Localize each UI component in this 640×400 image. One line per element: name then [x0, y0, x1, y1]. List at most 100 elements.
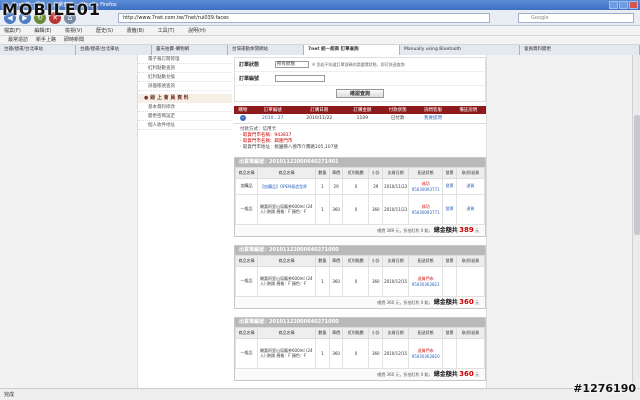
product-name[interactable]: 開喜阿里山烏龍茶600ml (24入)-熱銷 規格：F 顏色：F — [257, 193, 316, 225]
pay-status: 已付款 — [380, 114, 416, 124]
column-header: 小計 — [368, 326, 384, 339]
sidebar-link[interactable]: 紅利點數查詢 — [138, 64, 232, 73]
ask-service-link[interactable]: 我要提問 — [415, 114, 451, 124]
shipment-table: 商品名稱 商品名稱 數量 單價 紅利點數 小計 出貨日期 配送狀態 發票 取消/… — [235, 166, 486, 225]
column-header: 商品名稱 — [235, 166, 258, 179]
order-number-link[interactable]: 2010...27 — [251, 114, 294, 124]
search-input[interactable]: Google — [518, 13, 634, 23]
menu-bookmarks[interactable]: 書籤(B) — [127, 28, 144, 34]
return-cell — [455, 265, 486, 297]
bookmark-item[interactable]: 即時新聞 — [64, 36, 84, 44]
payment-info: 付款方式：信用卡 ‧ 取貨門市名稱：943817 ‧ 取貨門市名稱：興隆門市 ‧… — [234, 124, 486, 154]
tab-item[interactable]: 會員資料變更 — [520, 45, 640, 55]
number-row: 訂單編號 — [235, 72, 485, 86]
column-header: 小計 — [368, 166, 384, 179]
page-viewport: 電子報訂閱管理 紅利點數查詢 紅利點數兌換 詳盡帳號查詢 ● 線 上 會 員 資… — [0, 55, 640, 388]
product-type: 一般品 — [235, 337, 258, 369]
product-name[interactable]: 開喜阿里山烏龍茶600ml (24入)-熱銷 規格：F 顏色：F — [257, 265, 316, 297]
close-button[interactable] — [629, 1, 638, 9]
url-bar[interactable]: http://www.7net.com.tw/7net/rui039.faces — [118, 13, 490, 23]
sidebar-link[interactable]: 基本資料修改 — [138, 103, 232, 112]
shipment-block: 出貨單編號：20101122000640271000 商品名稱 商品名稱 數量 … — [234, 316, 486, 381]
sidebar-link[interactable]: 電子報訂閱管理 — [138, 55, 232, 64]
shipment-header: 出貨單編號：20101122000640271401 — [235, 157, 485, 167]
sidebar-link[interactable]: 紅利點數兌換 — [138, 73, 232, 82]
subtotal: 360 — [368, 193, 384, 225]
collapse-icon[interactable]: − — [239, 115, 246, 122]
invoice-link[interactable]: 發票 — [442, 193, 457, 225]
menu-tools[interactable]: 工具(T) — [158, 28, 175, 34]
shipment-table: 商品名稱 商品名稱 數量 單價 紅利點數 小計 出貨日期 配送狀態 發票 取消/… — [235, 326, 486, 369]
ship-date: 2010/11/23 — [382, 177, 410, 195]
return-cell — [455, 337, 486, 369]
column-header: 小計 — [368, 254, 384, 267]
status-select[interactable]: 所有狀態 — [275, 61, 309, 68]
total-label: 總金額共 — [433, 370, 458, 378]
menu-history[interactable]: 歷史(S) — [96, 28, 113, 34]
search-order-button[interactable]: 確認查詢 — [336, 89, 384, 98]
bookmark-item[interactable]: 新手上路 — [36, 36, 56, 44]
return-link[interactable]: 退貨 — [455, 177, 486, 195]
number-label: 訂單編號 — [239, 76, 260, 82]
tab-item[interactable]: Manually using Bluetooth — [400, 45, 520, 55]
shipment-total: 總價 389 元，折抵紅利 0 點， 總金額共 389 元 — [235, 224, 485, 236]
menu-file[interactable]: 檔案(F) — [4, 28, 21, 34]
column-header: 出貨日期 — [382, 166, 410, 179]
order-number-input[interactable] — [275, 75, 325, 82]
total-amount: 389 — [459, 225, 474, 234]
column-header: 發票 — [442, 166, 457, 179]
tab-item[interactable]: 台鐵/捷運/台北車站 — [76, 45, 152, 55]
tracking-number[interactable]: 95030093771 — [409, 187, 442, 192]
sidebar-link[interactable]: 變更密碼設定 — [138, 112, 232, 121]
menu-view[interactable]: 檢視(V) — [65, 28, 82, 34]
tracking-number[interactable]: 95030362820 — [409, 354, 442, 359]
column-header: 紅利點數 — [342, 166, 370, 179]
tab-active[interactable]: 7net 統一超商 訂單查詢 — [304, 45, 400, 55]
sidebar-section-title: ● 線 上 會 員 資 料 — [138, 94, 232, 103]
status-label: 訂單狀態 — [239, 62, 260, 68]
window-controls — [609, 1, 638, 9]
return-link[interactable]: 退貨 — [455, 193, 486, 225]
price: 360 — [328, 265, 344, 297]
total-label: 總金額共 — [433, 298, 458, 306]
product-name[interactable]: 開喜阿里山烏龍茶600ml (24入)-熱銷 規格：F 顏色：F — [257, 337, 316, 369]
product-name[interactable]: 【加購品】OPEN鳥造型杯 — [257, 177, 316, 195]
column-header: 數量 — [315, 254, 330, 267]
bookmark-item[interactable]: 最常造訪 — [8, 36, 28, 44]
menu-edit[interactable]: 編輯(E) — [34, 28, 51, 34]
table-row: 一般品 開喜阿里山烏龍茶600ml (24入)-熱銷 規格：F 顏色：F 1 3… — [235, 337, 486, 369]
table-header-row: 商品名稱 商品名稱 數量 單價 紅利點數 小計 出貨日期 配送狀態 發票 取消/… — [235, 326, 486, 339]
tracking-number[interactable]: 95030093771 — [409, 210, 442, 215]
column-header: 取消/退貨 — [455, 326, 486, 339]
sidebar-link[interactable]: 詳盡帳號查詢 — [138, 82, 232, 91]
column-header: 商品名稱 — [235, 254, 258, 267]
sidebar-link[interactable]: 個人收件地址 — [138, 121, 232, 130]
invoice-link[interactable]: 發票 — [442, 177, 457, 195]
table-row: 一般品 開喜阿里山烏龍茶600ml (24入)-熱銷 規格：F 顏色：F 1 3… — [235, 265, 486, 297]
product-type: 加購品 — [235, 177, 258, 195]
table-row: 加購品 【加購品】OPEN鳥造型杯 1 29 0 29 2010/11/23 成… — [235, 177, 486, 195]
maximize-button[interactable] — [619, 1, 628, 9]
menu-bar: 檔案(F) 編輯(E) 檢視(V) 歷史(S) 書籤(B) 工具(T) 說明(H… — [0, 26, 640, 36]
column-header: 購物 — [234, 106, 252, 114]
tab-item[interactable]: 露天拍賣-購物網 — [152, 45, 228, 55]
menu-help[interactable]: 說明(H) — [188, 28, 206, 34]
vertical-scrollbar[interactable] — [632, 55, 640, 388]
tracking-number[interactable]: 95030362821 — [409, 282, 442, 287]
tab-item[interactable]: 台灣運動休閒網站 — [228, 45, 304, 55]
column-header: 訂購日期 — [293, 106, 345, 114]
scrollbar-thumb[interactable] — [634, 115, 640, 235]
tab-strip: 台鐵/捷運/台北車站 台鐵/捷運/台北車站 露天拍賣-購物網 台灣運動休閒網站 … — [0, 45, 640, 55]
total-unit: 元 — [475, 371, 479, 377]
search-placeholder: Google — [531, 15, 549, 21]
minimize-button[interactable] — [609, 1, 618, 9]
column-header: 發票 — [442, 254, 457, 267]
column-header: 紅利點數 — [342, 254, 370, 267]
subtotal: 29 — [368, 177, 384, 195]
tab-item[interactable]: 台鐵/捷運/台北車站 — [0, 45, 76, 55]
column-header: 商品名稱 — [257, 326, 316, 339]
qty: 1 — [315, 177, 330, 195]
column-header: 商品名稱 — [257, 254, 316, 267]
column-header: 付款狀態 — [380, 106, 416, 114]
column-header: 單價 — [328, 254, 344, 267]
